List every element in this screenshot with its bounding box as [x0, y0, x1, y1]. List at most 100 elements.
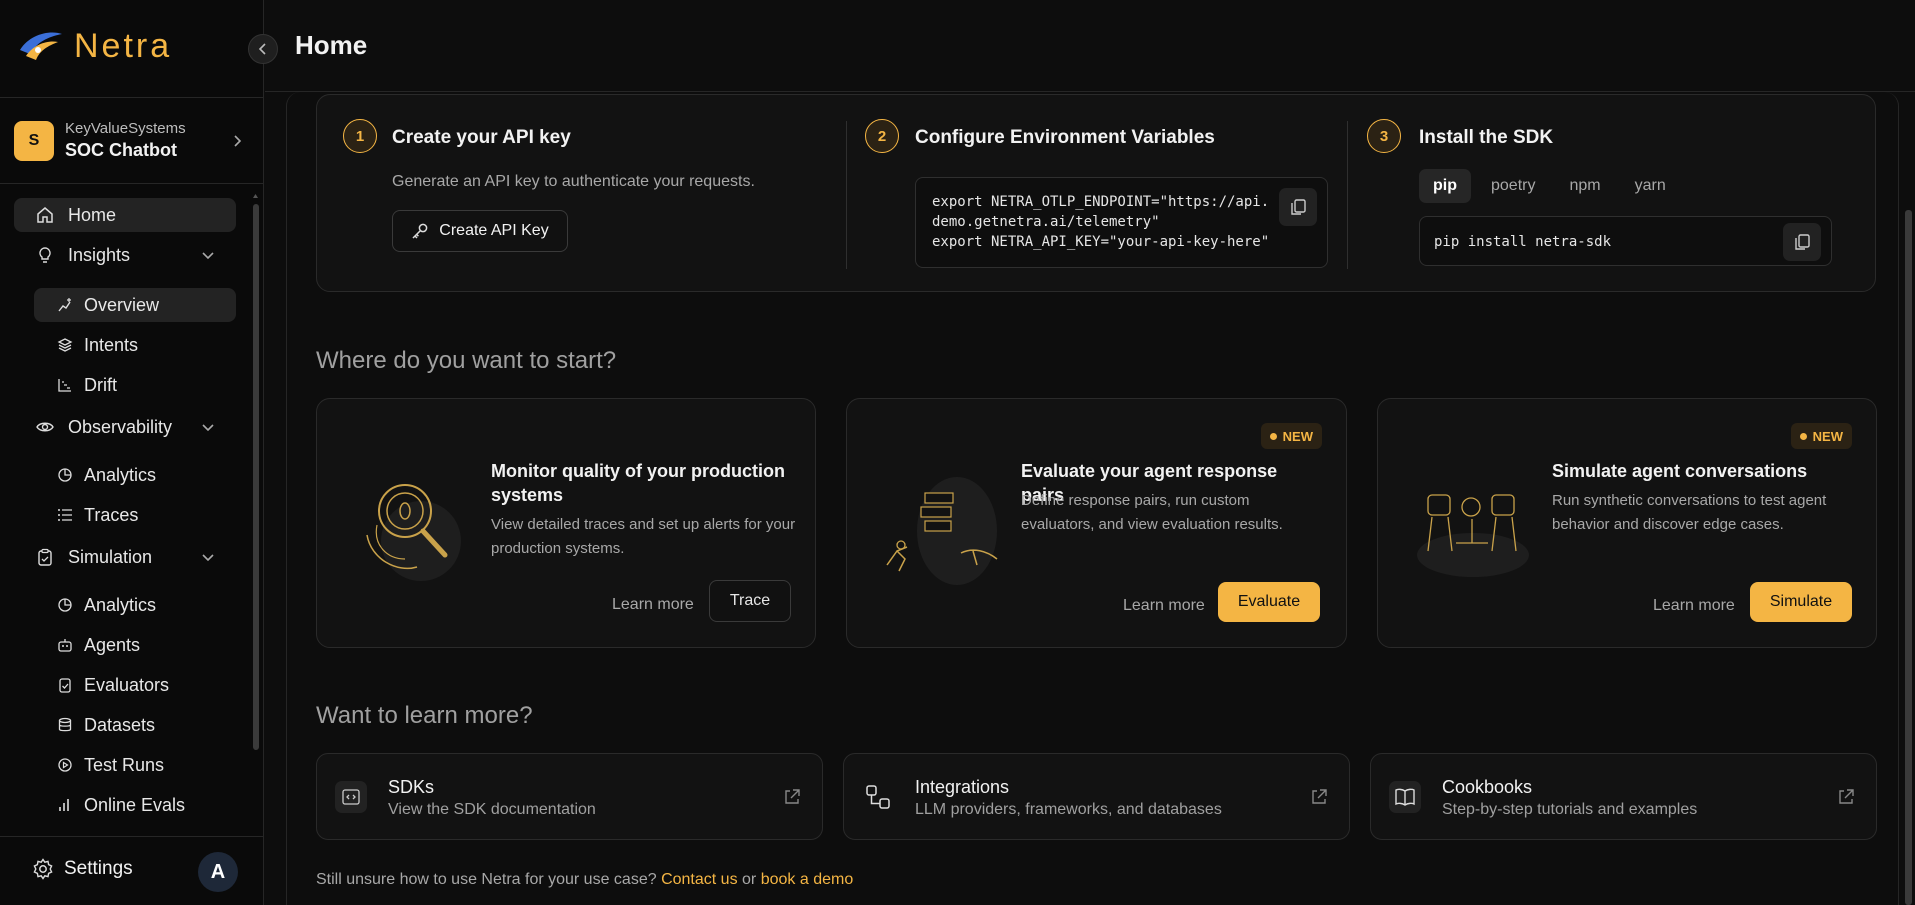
step-title: Configure Environment Variables: [915, 127, 1215, 148]
netra-eye-icon: [20, 32, 62, 60]
learn-more-link[interactable]: Learn more: [1123, 597, 1205, 615]
gear-icon: [33, 858, 53, 880]
netra-logo[interactable]: Netra: [18, 24, 172, 68]
sidebar-item-insights[interactable]: Insights: [14, 238, 236, 272]
feature-title: Monitor quality of your production syste…: [491, 461, 785, 505]
project-name: SOC Chatbot: [65, 140, 177, 160]
copy-icon: [1291, 199, 1306, 215]
collapse-sidebar-button[interactable]: [248, 34, 278, 64]
step-number: 1: [343, 119, 377, 153]
feature-description: Define response pairs, run custom evalua…: [1021, 492, 1283, 533]
learn-card-cookbooks[interactable]: Cookbooks Step-by-step tutorials and exa…: [1370, 753, 1877, 840]
list-icon: [56, 504, 74, 526]
divider: [1347, 121, 1348, 269]
sidebar-item-test-runs[interactable]: Test Runs: [14, 748, 236, 782]
learn-card-sdks[interactable]: SDKs View the SDK documentation: [316, 753, 823, 840]
sidebar-item-simulation-analytics[interactable]: Analytics: [14, 588, 236, 622]
lightbulb-icon: [34, 244, 56, 266]
sidebar-item-overview[interactable]: Overview: [34, 288, 236, 322]
learn-card-integrations[interactable]: Integrations LLM providers, frameworks, …: [843, 753, 1350, 840]
code-line: export NETRA_OTLP_ENDPOINT="https://api.: [932, 194, 1270, 210]
sidebar-item-intents[interactable]: Intents: [14, 328, 236, 362]
sidebar-item-evaluators[interactable]: Evaluators: [14, 668, 236, 702]
tab-pip[interactable]: pip: [1419, 169, 1471, 203]
learn-more-link[interactable]: Learn more: [1653, 597, 1735, 615]
install-code-block: pip install netra-sdk: [1419, 216, 1832, 266]
external-link-icon: [785, 789, 800, 804]
simulate-button[interactable]: Simulate: [1750, 582, 1852, 622]
sidebar-item-observability-analytics[interactable]: Analytics: [14, 458, 236, 492]
tab-yarn[interactable]: yarn: [1621, 169, 1680, 203]
evaluate-illustration-icon: [886, 477, 998, 585]
bot-icon: [56, 634, 74, 656]
contact-us-link[interactable]: Contact us: [661, 871, 737, 888]
step-title: Create your API key: [392, 127, 571, 148]
chevron-down-icon: [202, 252, 214, 260]
footer-note: Still unsure how to use Netra for your u…: [316, 871, 853, 889]
evaluate-button[interactable]: Evaluate: [1218, 582, 1320, 622]
sidebar-item-label: Analytics: [84, 464, 157, 485]
sparkle-chart-icon: [56, 294, 74, 316]
step-number: 2: [865, 119, 899, 153]
sidebar-item-label: Agents: [84, 634, 141, 655]
step-title: Install the SDK: [1419, 127, 1554, 148]
pie-chart-icon: [56, 594, 74, 616]
code-line: export NETRA_API_KEY="your-api-key-here": [932, 234, 1270, 250]
sidebar-item-label: Intents: [84, 334, 139, 355]
sidebar-item-drift[interactable]: Drift: [14, 368, 236, 402]
sidebar-item-agents[interactable]: Agents: [14, 628, 236, 662]
settings-label: Settings: [64, 858, 133, 879]
sidebar-item-label: Evaluators: [84, 674, 170, 695]
sidebar-item-traces[interactable]: Traces: [14, 498, 236, 532]
sidebar-item-label: Simulation: [68, 546, 153, 567]
chevron-left-icon: [258, 43, 266, 55]
create-api-key-button[interactable]: Create API Key: [392, 210, 568, 252]
divider: [0, 836, 264, 837]
user-avatar[interactable]: A: [198, 852, 238, 892]
tab-poetry[interactable]: poetry: [1477, 169, 1549, 203]
book-demo-link[interactable]: book a demo: [761, 871, 854, 888]
project-avatar: S: [14, 121, 54, 161]
settings-button[interactable]: Settings: [32, 858, 133, 880]
page-title: Home: [295, 30, 368, 60]
copy-icon: [1795, 234, 1810, 250]
learn-card-description: Step-by-step tutorials and examples: [1442, 801, 1698, 818]
learn-card-title: Cookbooks: [1442, 777, 1533, 797]
code-line: pip install netra-sdk: [1434, 234, 1612, 250]
page-header: Home: [265, 0, 1915, 92]
chevron-down-icon: [202, 424, 214, 432]
learn-more-link[interactable]: Learn more: [612, 596, 694, 614]
sidebar-item-observability[interactable]: Observability: [14, 410, 236, 444]
chevron-down-icon: [202, 554, 214, 562]
simulate-illustration-icon: [1417, 494, 1529, 577]
sidebar-item-datasets[interactable]: Datasets: [14, 708, 236, 742]
magnifier-illustration-icon: [366, 484, 461, 581]
sidebar-scroll-thumb[interactable]: [253, 204, 259, 750]
sidebar-item-online-evals[interactable]: Online Evals: [14, 788, 236, 822]
main-scrollbar[interactable]: [1905, 210, 1912, 905]
feature-description: Run synthetic conversations to test agen…: [1552, 492, 1827, 533]
feature-card-monitor: Monitor quality of your production syste…: [316, 398, 816, 648]
sidebar-item-label: Overview: [84, 294, 160, 315]
sidebar-item-label: Datasets: [84, 714, 156, 735]
sidebar-item-label: Home: [68, 204, 117, 225]
layers-icon: [56, 334, 74, 356]
project-switcher[interactable]: S KeyValueSystems SOC Chatbot: [14, 118, 244, 164]
learn-card-title: Integrations: [915, 777, 1010, 797]
sidebar-item-home[interactable]: Home: [14, 198, 236, 232]
org-name: KeyValueSystems: [65, 120, 186, 137]
home-icon: [34, 204, 56, 226]
copy-button[interactable]: [1783, 223, 1821, 261]
trace-button[interactable]: Trace: [709, 580, 791, 622]
sidebar-item-simulation[interactable]: Simulation: [14, 540, 236, 574]
footer-text: Still unsure how to use Netra for your u…: [316, 871, 657, 888]
clipboard-icon: [34, 546, 56, 568]
copy-button[interactable]: [1279, 188, 1317, 226]
setup-card: 1 Create your API key Generate an API ke…: [316, 94, 1876, 292]
sidebar-item-label: Online Evals: [84, 794, 186, 815]
env-code-block: export NETRA_OTLP_ENDPOINT="https://api.…: [915, 177, 1328, 268]
section-title: Want to learn more?: [316, 702, 533, 729]
database-icon: [56, 714, 74, 736]
feature-card-evaluate: NEW Evaluate your agent response pairs D…: [846, 398, 1347, 648]
tab-npm[interactable]: npm: [1555, 169, 1614, 203]
